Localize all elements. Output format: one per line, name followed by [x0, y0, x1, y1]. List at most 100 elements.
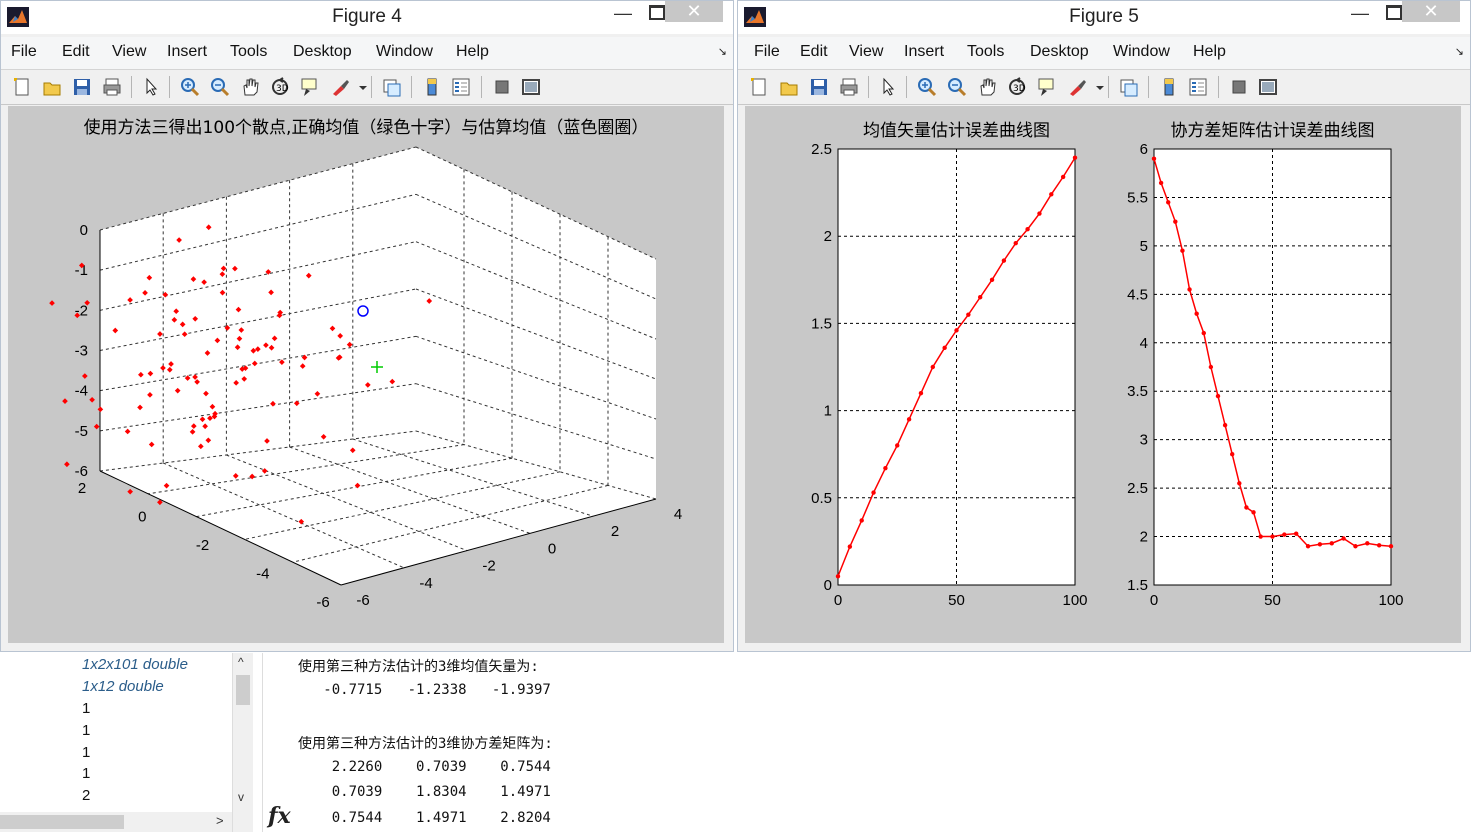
workspace-value[interactable]: 1 — [82, 765, 90, 782]
menu-file[interactable]: File — [754, 43, 780, 61]
data-point — [1230, 452, 1235, 457]
zoom-out-icon[interactable] — [209, 76, 231, 98]
data-point — [1060, 174, 1066, 180]
line-charts[interactable]: 00.511.522.50 50 100均值矢量估计误差曲线图1.522.533.5… — [745, 106, 1461, 643]
scroll-thumb[interactable] — [236, 675, 250, 705]
save-icon[interactable] — [71, 76, 93, 98]
workspace-horizontal-scrollbar[interactable]: > — [0, 812, 232, 832]
menu-help[interactable]: Help — [456, 43, 489, 61]
hscroll-thumb[interactable] — [0, 815, 124, 829]
menu-desktop[interactable]: Desktop — [293, 43, 352, 61]
menu-view[interactable]: View — [112, 43, 146, 61]
maximize-button[interactable] — [647, 3, 667, 23]
pan-icon[interactable] — [976, 76, 998, 98]
save-icon[interactable] — [808, 76, 830, 98]
show-plot-tools-icon[interactable] — [1257, 76, 1279, 98]
toolbar-separator — [1148, 76, 1149, 98]
data-cursor-icon[interactable] — [1036, 76, 1058, 98]
menu-view[interactable]: View — [849, 43, 883, 61]
data-point — [906, 417, 912, 422]
pan-icon[interactable] — [239, 76, 261, 98]
x-tick-label: 0 — [548, 540, 556, 557]
maximize-button[interactable] — [1384, 3, 1404, 23]
data-point — [1194, 311, 1199, 316]
matlab-desktop-bottom: 1x2x101 double 1x12 double 1 1 1 1 2 ^ v… — [0, 653, 1471, 832]
hide-plot-tools-icon[interactable] — [1228, 76, 1250, 98]
insert-colorbar-icon[interactable] — [421, 76, 443, 98]
command-window[interactable]: 使用第三种方法估计的3维均值矢量为: -0.7715 -1.2338 -1.93… — [262, 653, 1471, 832]
new-figure-icon[interactable] — [748, 76, 770, 98]
zoom-out-icon[interactable] — [946, 76, 968, 98]
scatter-point — [93, 423, 100, 430]
cov-error-chart[interactable]: 1.5 2 2.5 3 3.5 4 4.5 5 5.5 6 0 50 100 协方差矩阵估计误差曲线图 — [1127, 121, 1403, 609]
figure-5-titlebar[interactable]: Figure 5 — ✕ — [738, 1, 1470, 34]
data-cursor-icon[interactable] — [299, 76, 321, 98]
minimize-button[interactable]: — — [1350, 3, 1370, 23]
z-tick-label: -3 — [75, 343, 88, 360]
new-figure-icon[interactable] — [11, 76, 33, 98]
menu-edit[interactable]: Edit — [62, 43, 90, 61]
workspace-vertical-scrollbar[interactable]: ^ v — [232, 653, 253, 832]
edit-plot-icon[interactable] — [141, 76, 163, 98]
link-plot-icon[interactable] — [1118, 76, 1140, 98]
hide-plot-tools-icon[interactable] — [491, 76, 513, 98]
dock-icon[interactable]: ↘ — [1455, 45, 1464, 58]
menu-insert[interactable]: Insert — [904, 43, 944, 61]
menu-desktop[interactable]: Desktop — [1030, 43, 1089, 61]
z-tick-label: -6 — [75, 463, 88, 480]
brush-icon[interactable] — [1066, 76, 1088, 98]
menu-edit[interactable]: Edit — [800, 43, 828, 61]
data-point — [1353, 544, 1358, 549]
print-icon[interactable] — [838, 76, 860, 98]
close-button[interactable]: ✕ — [1402, 1, 1460, 22]
insert-legend-icon[interactable] — [1187, 76, 1209, 98]
open-file-icon[interactable] — [778, 76, 800, 98]
brush-icon[interactable] — [329, 76, 351, 98]
zoom-in-icon[interactable] — [916, 76, 938, 98]
fx-function-browser-icon[interactable]: fx — [268, 803, 291, 829]
scroll-down-arrow[interactable]: v — [238, 790, 244, 804]
minimize-button[interactable]: — — [613, 3, 633, 23]
menu-tools[interactable]: Tools — [230, 43, 267, 61]
workspace-value[interactable]: 1 — [82, 700, 90, 717]
chart-title: 使用方法三得出100个散点,正确均值（绿色十字）与估算均值（蓝色圈圈） — [84, 117, 649, 138]
scroll-up-arrow[interactable]: ^ — [238, 655, 244, 669]
chart-title: 协方差矩阵估计误差曲线图 — [1171, 121, 1375, 141]
open-file-icon[interactable] — [41, 76, 63, 98]
menu-insert[interactable]: Insert — [167, 43, 207, 61]
show-plot-tools-icon[interactable] — [520, 76, 542, 98]
chart-title: 均值矢量估计误差曲线图 — [863, 121, 1050, 141]
print-icon[interactable] — [101, 76, 123, 98]
workspace-value[interactable]: 2 — [82, 787, 90, 804]
insert-colorbar-icon[interactable] — [1158, 76, 1180, 98]
menu-file[interactable]: File — [11, 43, 37, 61]
dock-icon[interactable]: ↘ — [718, 45, 727, 58]
close-button[interactable]: ✕ — [665, 1, 723, 22]
data-point — [1187, 287, 1192, 292]
x-tick-label: 50 — [948, 592, 965, 609]
workspace-value[interactable]: 1 — [82, 722, 90, 739]
data-point — [930, 364, 935, 370]
link-plot-icon[interactable] — [381, 76, 403, 98]
scroll-right-arrow[interactable]: > — [216, 813, 224, 828]
workspace-value[interactable]: 1x12 double — [82, 678, 164, 695]
command-output-line: 0.7544 1.4971 2.8204 — [298, 810, 551, 826]
zoom-in-icon[interactable] — [179, 76, 201, 98]
edit-plot-icon[interactable] — [878, 76, 900, 98]
menu-window[interactable]: Window — [1113, 43, 1170, 61]
workspace-value[interactable]: 1x2x101 double — [82, 656, 188, 673]
figure-4-titlebar[interactable]: Figure 4 — ✕ — [1, 1, 733, 34]
figure-4-window: Figure 4 — ✕ File Edit View Insert Tools… — [0, 0, 734, 652]
workspace-value[interactable]: 1 — [82, 744, 90, 761]
data-point — [1237, 481, 1242, 486]
command-output-line: 0.7039 1.8304 1.4971 — [298, 784, 551, 800]
rotate-3d-icon[interactable]: 3D — [269, 76, 291, 98]
menu-tools[interactable]: Tools — [967, 43, 1004, 61]
rotate-3d-icon[interactable]: 3D — [1006, 76, 1028, 98]
y-tick-label: 2.5 — [811, 141, 832, 158]
scatter3d-chart[interactable]: 0-1-2-3-4-5-6-6-4-202420-2-4-6使用方法三得出100… — [8, 106, 724, 643]
mean-error-chart[interactable]: 0 0.5 1 1.5 2 2.5 0 50 100 均值矢量估计误差曲线图 — [811, 121, 1087, 609]
menu-help[interactable]: Help — [1193, 43, 1226, 61]
menu-window[interactable]: Window — [376, 43, 433, 61]
insert-legend-icon[interactable] — [450, 76, 472, 98]
